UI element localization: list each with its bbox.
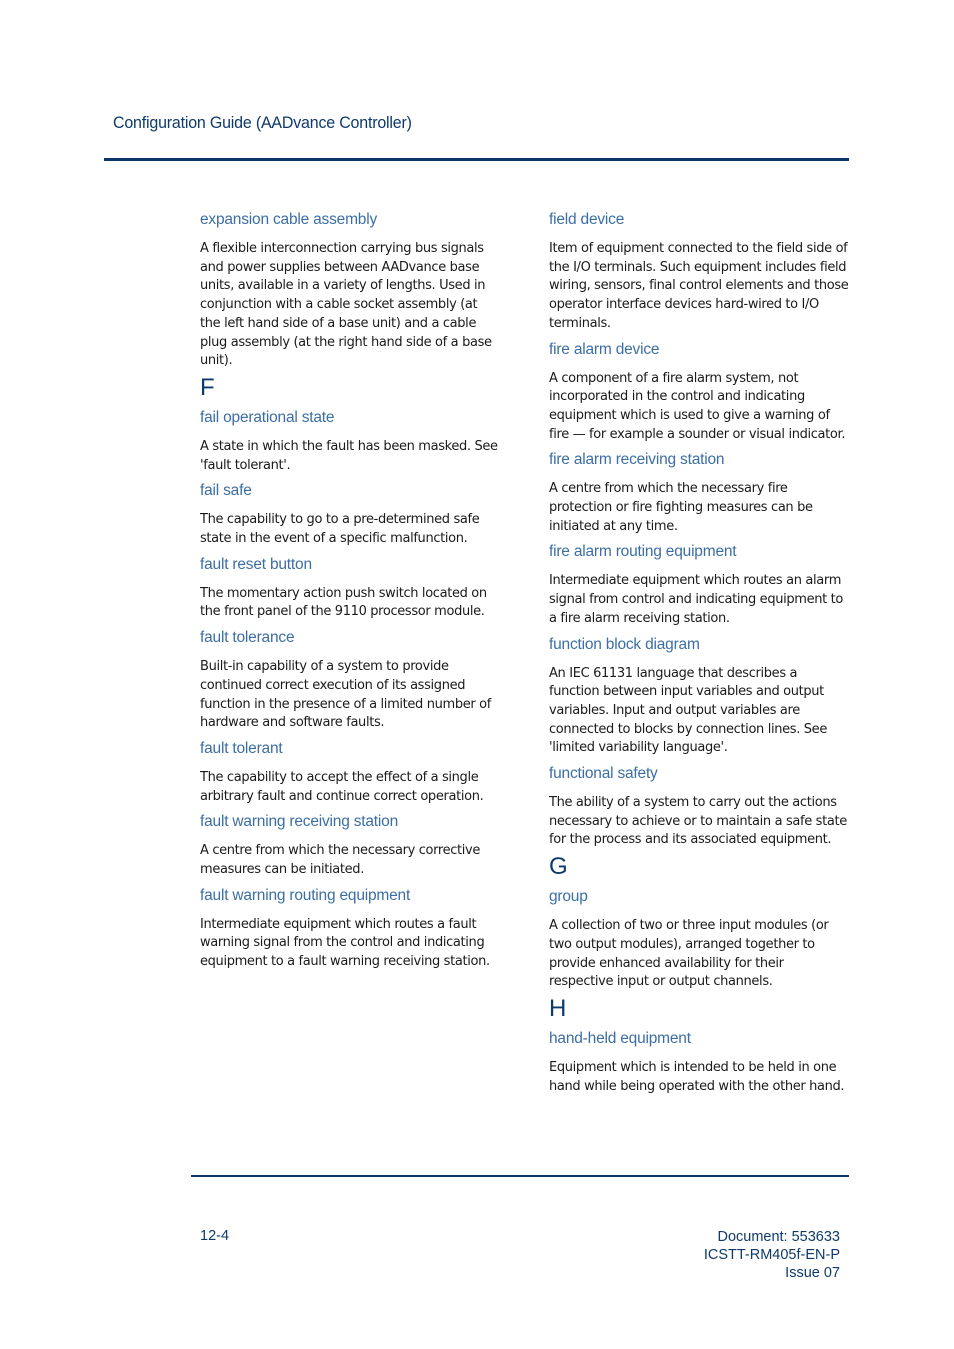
glossary-definition: Item of equipment connected to the field… (549, 241, 849, 331)
glossary-term: fault reset button (200, 555, 312, 573)
glossary-term: fire alarm receiving station (549, 451, 725, 469)
glossary-term: fault warning routing equipment (200, 886, 411, 904)
glossary-definition: The momentary action push switch located… (200, 585, 487, 620)
glossary-term: fault tolerant (200, 739, 283, 757)
glossary-entry: fault tolerant The capability to accept … (200, 738, 500, 806)
issue-number: Issue 07 (785, 1265, 840, 1281)
glossary-definition: Equipment which is intended to be held i… (549, 1059, 845, 1094)
glossary-entry: expansion cable assembly A flexible inte… (200, 209, 500, 371)
glossary-entry: functional safety The ability of a syste… (549, 763, 849, 850)
glossary-term: fault tolerance (200, 629, 295, 647)
glossary-term: field device (549, 211, 625, 228)
glossary-entry: fault warning receiving station A centre… (200, 811, 500, 879)
glossary-term: fire alarm device (549, 340, 660, 358)
footer-divider (191, 1175, 849, 1177)
glossary-definition: A component of a fire alarm system, not … (549, 370, 846, 442)
glossary-term: fault warning receiving station (200, 813, 398, 831)
glossary-definition: Built-in capability of a system to provi… (200, 659, 491, 731)
glossary-entry: fail safe The capability to go to a pre-… (200, 480, 500, 548)
glossary-entry: fail operational state A state in which … (200, 407, 500, 475)
glossary-term: functional safety (549, 765, 658, 783)
glossary-term: hand-held equipment (549, 1029, 691, 1047)
document-number: Document: 553633 (717, 1229, 840, 1245)
document-info: Document: 553633 ICSTT-RM405f-EN-P Issue… (704, 1228, 840, 1282)
page-number: 12-4 (200, 1228, 230, 1244)
section-letter-h: H (549, 994, 567, 1022)
section-letter-f: F (200, 373, 215, 401)
glossary-definition: A centre from which the necessary fire p… (549, 481, 813, 534)
glossary-term: expansion cable assembly (200, 211, 377, 228)
glossary-entry: fault reset button The momentary action … (200, 554, 500, 622)
glossary-definition: The capability to go to a pre-determined… (200, 512, 480, 547)
glossary-term: group (549, 888, 588, 906)
glossary-definition: A centre from which the necessary correc… (200, 843, 481, 878)
glossary-entry: function block diagram An IEC 61131 lang… (549, 634, 849, 759)
glossary-term: fail safe (200, 482, 252, 500)
glossary-definition: The ability of a system to carry out the… (549, 795, 847, 848)
publication-code: ICSTT-RM405f-EN-P (703, 1247, 840, 1263)
glossary-entry: field device Item of equipment connected… (549, 209, 849, 334)
glossary-definition: An IEC 61131 language that describes a f… (549, 665, 827, 756)
glossary-term: fire alarm routing equipment (549, 543, 737, 561)
glossary-right-column: field device Item of equipment connected… (549, 209, 849, 1101)
page-header-title: Configuration Guide (AADvance Controller… (113, 113, 412, 132)
glossary-definition: A flexible interconnection carrying bus … (200, 241, 492, 369)
glossary-entry: fire alarm routing equipment Intermediat… (549, 541, 849, 628)
glossary-term: fail operational state (200, 408, 335, 426)
glossary-term: function block diagram (549, 635, 700, 653)
glossary-definition: A state in which the fault has been mask… (200, 438, 498, 473)
glossary-entry: group A collection of two or three input… (549, 886, 849, 992)
header-divider (104, 158, 849, 161)
glossary-entry: fire alarm device A component of a fire … (549, 339, 849, 445)
glossary-entry: fault tolerance Built-in capability of a… (200, 627, 500, 733)
glossary-definition: A collection of two or three input modul… (549, 918, 829, 990)
glossary-entry: fault warning routing equipment Intermed… (200, 885, 500, 972)
section-letter-g: G (549, 853, 568, 881)
glossary-definition: The capability to accept the effect of a… (200, 769, 484, 804)
glossary-left-column: expansion cable assembly A flexible inte… (200, 209, 500, 977)
glossary-entry: hand-held equipment Equipment which is i… (549, 1028, 849, 1096)
glossary-definition: Intermediate equipment which routes an a… (549, 573, 844, 626)
glossary-definition: Intermediate equipment which routes a fa… (200, 916, 490, 970)
glossary-entry: fire alarm receiving station A centre fr… (549, 449, 849, 536)
